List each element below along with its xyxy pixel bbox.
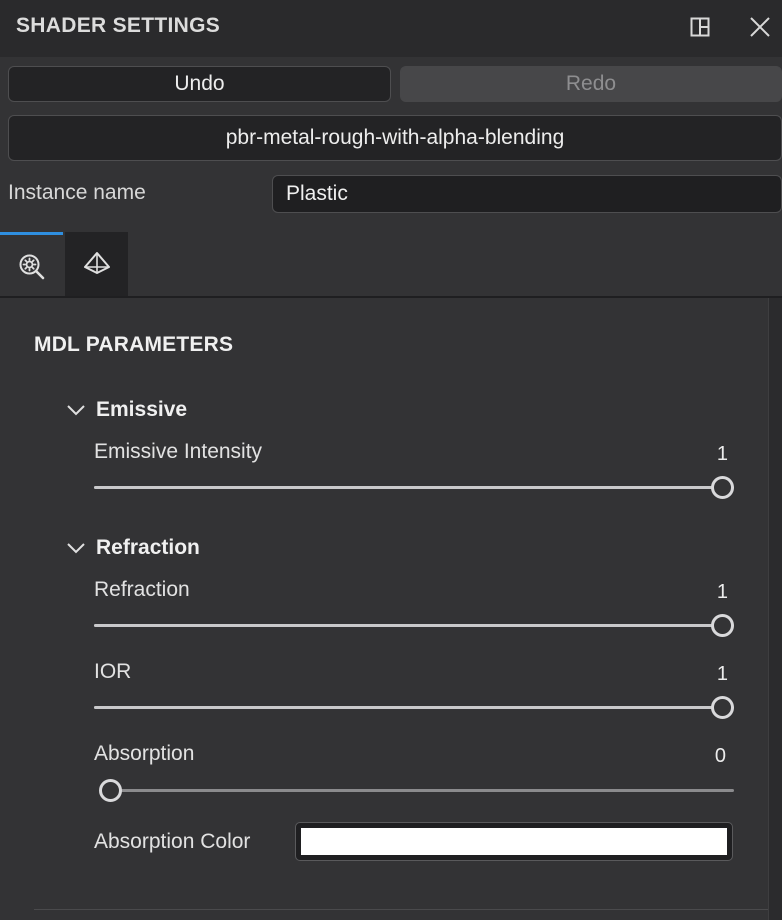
redo-button[interactable]: Redo [400,66,782,102]
absorption-color-swatch[interactable] [295,822,733,861]
param-label-emissive-intensity: Emissive Intensity [94,440,263,463]
divider [34,909,768,910]
group-title: Emissive [96,398,188,421]
slider-emissive-intensity[interactable] [94,476,734,499]
instance-name-label: Instance name [8,181,146,204]
scrollbar[interactable] [768,298,782,920]
undo-button[interactable]: Undo [8,66,391,102]
param-value-refraction: 1 [716,581,728,603]
group-title: Refraction [96,536,200,559]
param-label-refraction: Refraction [94,578,190,601]
slider-fill [94,624,734,627]
dock-layout-icon[interactable] [688,15,712,39]
tab-divider [0,296,782,298]
shader-select-button[interactable]: pbr-metal-rough-with-alpha-blending [8,115,782,161]
slider-knob[interactable] [711,696,734,719]
slider-knob[interactable] [99,779,122,802]
slider-refraction[interactable] [94,614,734,637]
slider-fill [94,486,734,489]
param-value-emissive-intensity: 1 [716,443,728,465]
param-label-absorption: Absorption [94,742,195,765]
chevron-down-icon [67,543,85,554]
close-icon[interactable] [746,13,774,41]
param-label-absorption-color: Absorption Color [94,830,251,853]
slider-fill [94,706,734,709]
panel-header: SHADER SETTINGS [0,0,782,57]
param-label-ior: IOR [94,660,132,683]
search-gear-icon [19,254,45,280]
section-title: MDL PARAMETERS [34,333,234,356]
shader-settings-panel: SHADER SETTINGS Undo Redo pbr-metal-roug… [0,0,782,920]
color-fill [301,828,727,855]
slider-knob[interactable] [711,614,734,637]
material-icon [84,252,110,274]
panel-title: SHADER SETTINGS [16,14,221,37]
chevron-down-icon [67,405,85,416]
slider-ior[interactable] [94,696,734,719]
slider-absorption[interactable] [99,779,734,802]
param-value-absorption: 0 [714,745,726,767]
param-value-ior: 1 [716,663,728,685]
tab-parameters[interactable] [0,232,63,296]
tab-material[interactable] [65,232,128,296]
instance-name-input[interactable] [272,175,782,213]
slider-knob[interactable] [711,476,734,499]
